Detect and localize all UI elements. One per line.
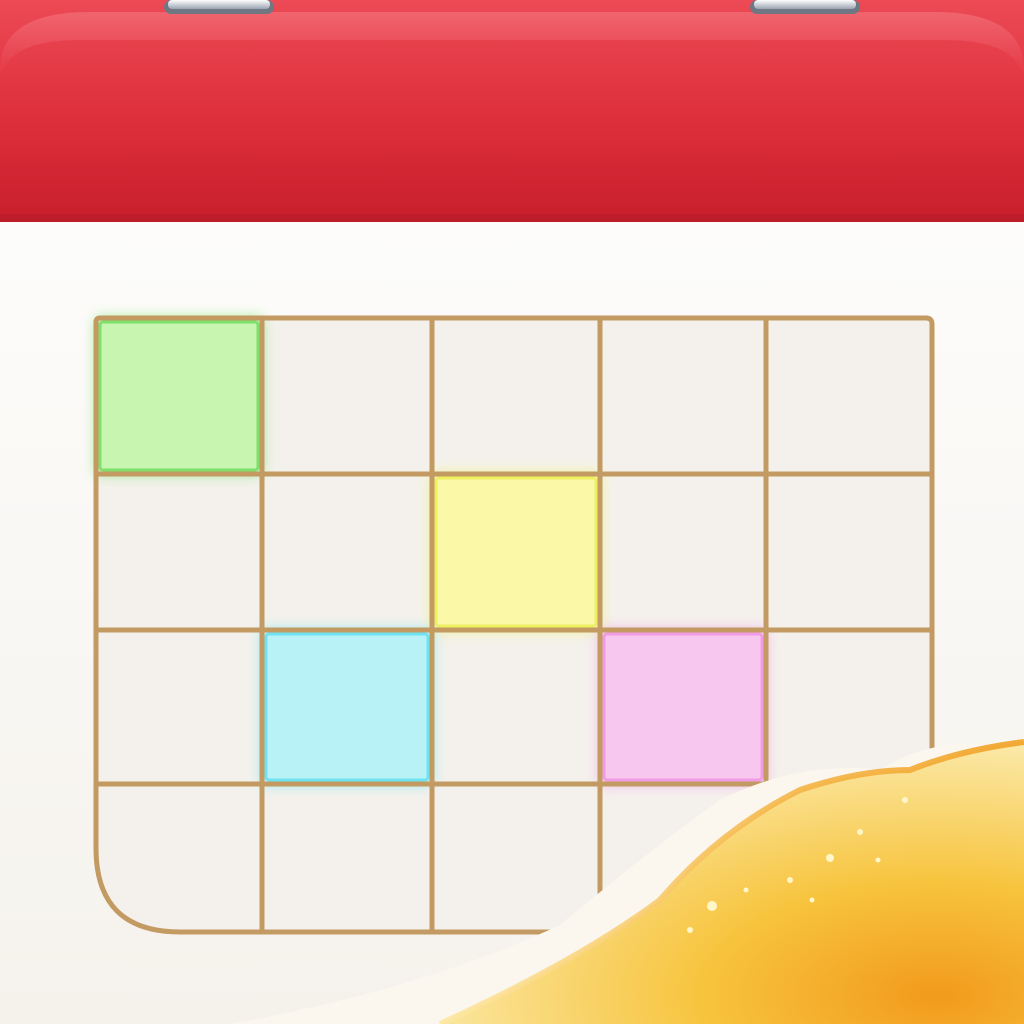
binder-ring-right-icon (750, 0, 860, 14)
highlighted-day-cell (600, 630, 766, 784)
highlighted-day-cell (432, 474, 600, 630)
highlighted-day-cell (262, 630, 432, 784)
calendar-illustration (0, 0, 1024, 1024)
binder-ring-left-icon (164, 0, 274, 14)
calendar-app-icon (0, 0, 1024, 1024)
highlighted-day-cell (96, 318, 262, 474)
